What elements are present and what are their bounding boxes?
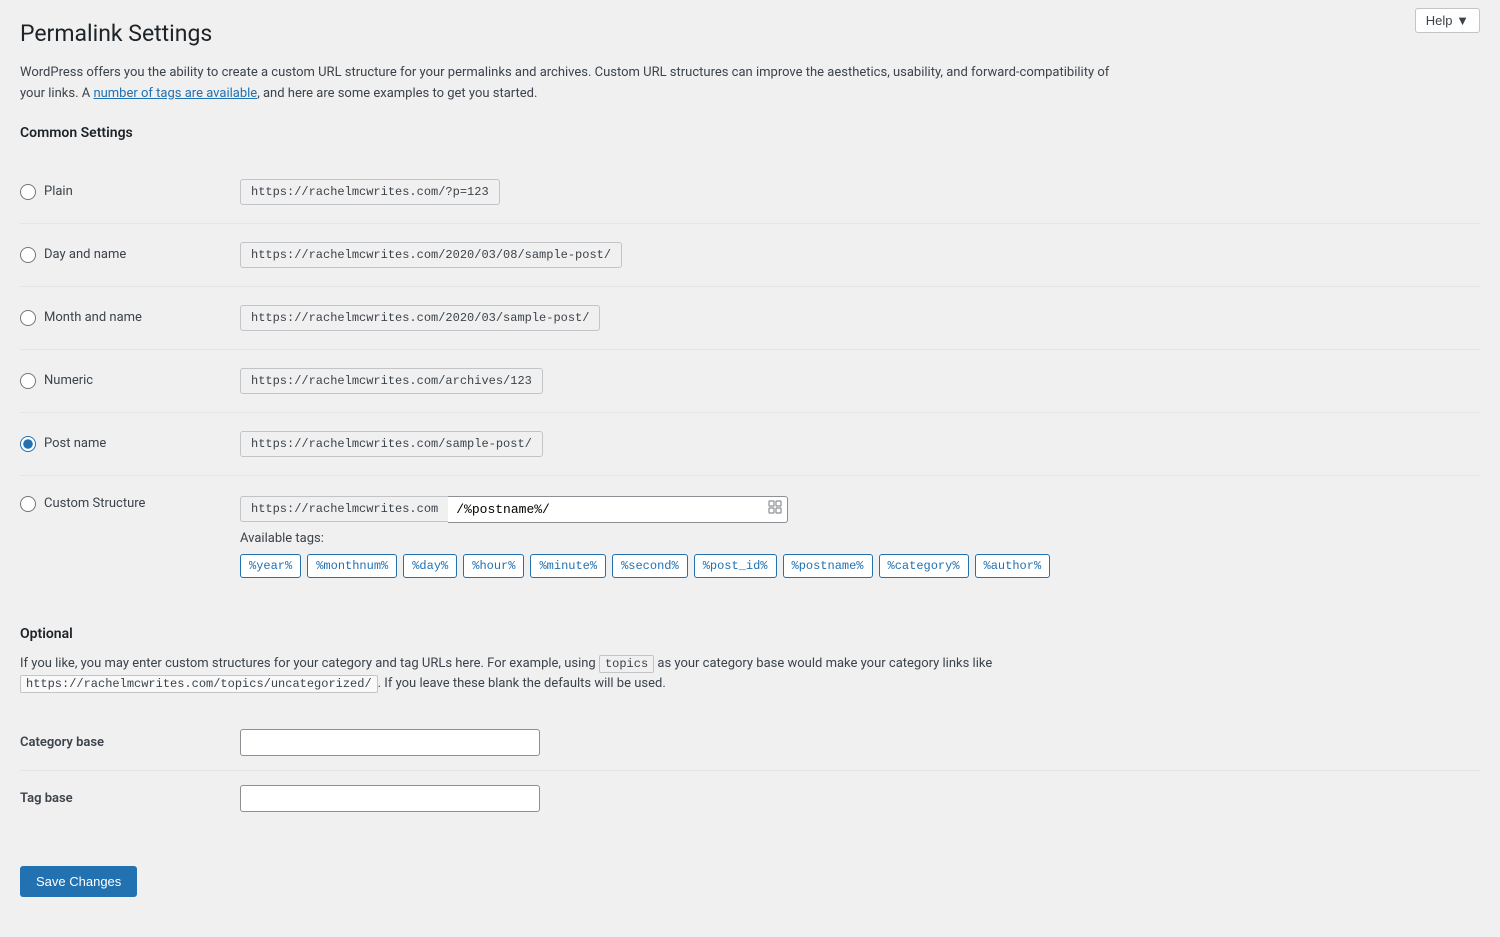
optional-desc-part2: as your category base would make your ca… (654, 656, 992, 671)
common-settings-table: Plain https://rachelmcwrites.com/?p=123 … (20, 161, 1480, 596)
intro-text: WordPress offers you the ability to crea… (20, 63, 1120, 105)
month-and-name-label: Month and name (44, 310, 142, 325)
optional-title: Optional (20, 626, 1480, 642)
tags-available-link[interactable]: number of tags are available (93, 86, 257, 101)
optional-table: Category base Tag base (20, 715, 1480, 826)
tag-category[interactable]: %category% (879, 554, 969, 578)
tag-minute[interactable]: %minute% (530, 554, 606, 578)
numeric-url-preview: https://rachelmcwrites.com/archives/123 (240, 368, 543, 394)
tag-monthnum[interactable]: %monthnum% (307, 554, 397, 578)
custom-structure-label: Custom Structure (44, 496, 145, 511)
plain-url-preview: https://rachelmcwrites.com/?p=123 (240, 179, 500, 205)
custom-structure-radio[interactable] (20, 496, 36, 512)
month-and-name-radio-label[interactable]: Month and name (20, 310, 240, 326)
custom-structure-wrap: https://rachelmcwrites.com (240, 496, 1480, 523)
table-row: Category base (20, 715, 1480, 771)
tag-base-input[interactable] (240, 785, 540, 812)
post-name-url-preview: https://rachelmcwrites.com/sample-post/ (240, 431, 543, 457)
plain-radio-label[interactable]: Plain (20, 184, 240, 200)
post-name-radio-label[interactable]: Post name (20, 436, 240, 452)
optional-desc: If you like, you may enter custom struct… (20, 654, 1120, 696)
table-row: Day and name https://rachelmcwrites.com/… (20, 223, 1480, 286)
day-and-name-label: Day and name (44, 247, 126, 262)
tags-wrap: %year% %monthnum% %day% %hour% %minute% … (240, 554, 1480, 578)
post-name-label: Post name (44, 436, 106, 451)
month-and-name-radio[interactable] (20, 310, 36, 326)
optional-section: Optional If you like, you may enter cust… (20, 626, 1480, 827)
day-and-name-url-preview: https://rachelmcwrites.com/2020/03/08/sa… (240, 242, 622, 268)
table-row: Plain https://rachelmcwrites.com/?p=123 (20, 161, 1480, 224)
numeric-radio-label[interactable]: Numeric (20, 373, 240, 389)
tag-postname[interactable]: %postname% (783, 554, 873, 578)
tag-second[interactable]: %second% (612, 554, 688, 578)
tag-hour[interactable]: %hour% (463, 554, 524, 578)
category-base-input[interactable] (240, 729, 540, 756)
custom-structure-input[interactable] (448, 496, 788, 523)
optional-desc-part1: If you like, you may enter custom struct… (20, 656, 599, 671)
day-and-name-radio[interactable] (20, 247, 36, 263)
optional-code-example: topics (599, 655, 654, 673)
custom-structure-radio-label[interactable]: Custom Structure (20, 496, 240, 512)
plain-label: Plain (44, 184, 73, 199)
optional-desc-part3: . If you leave these blank the defaults … (378, 676, 666, 691)
optional-url-example: https://rachelmcwrites.com/topics/uncate… (20, 675, 378, 693)
numeric-radio[interactable] (20, 373, 36, 389)
table-row: Post name https://rachelmcwrites.com/sam… (20, 412, 1480, 475)
page-title: Permalink Settings (20, 20, 1480, 47)
browse-icon[interactable] (768, 500, 782, 518)
table-row: Tag base (20, 771, 1480, 827)
table-row: Custom Structure https://rachelmcwrites.… (20, 475, 1480, 596)
numeric-label: Numeric (44, 373, 93, 388)
table-row: Numeric https://rachelmcwrites.com/archi… (20, 349, 1480, 412)
tag-base-label: Tag base (20, 791, 73, 806)
plain-radio[interactable] (20, 184, 36, 200)
month-and-name-url-preview: https://rachelmcwrites.com/2020/03/sampl… (240, 305, 600, 331)
post-name-radio[interactable] (20, 436, 36, 452)
custom-url-base: https://rachelmcwrites.com (240, 496, 448, 522)
tag-day[interactable]: %day% (403, 554, 457, 578)
day-and-name-radio-label[interactable]: Day and name (20, 247, 240, 263)
category-base-label: Category base (20, 735, 104, 750)
custom-structure-input-wrap (448, 496, 788, 523)
common-settings-title: Common Settings (20, 125, 1480, 145)
tag-year[interactable]: %year% (240, 554, 301, 578)
tag-post-id[interactable]: %post_id% (694, 554, 777, 578)
save-changes-button[interactable]: Save Changes (20, 866, 137, 897)
help-button[interactable]: Help ▼ (1415, 8, 1480, 33)
available-tags-label: Available tags: (240, 531, 1480, 546)
intro-text-after: , and here are some examples to get you … (257, 86, 537, 101)
table-row: Month and name https://rachelmcwrites.co… (20, 286, 1480, 349)
tag-author[interactable]: %author% (975, 554, 1051, 578)
